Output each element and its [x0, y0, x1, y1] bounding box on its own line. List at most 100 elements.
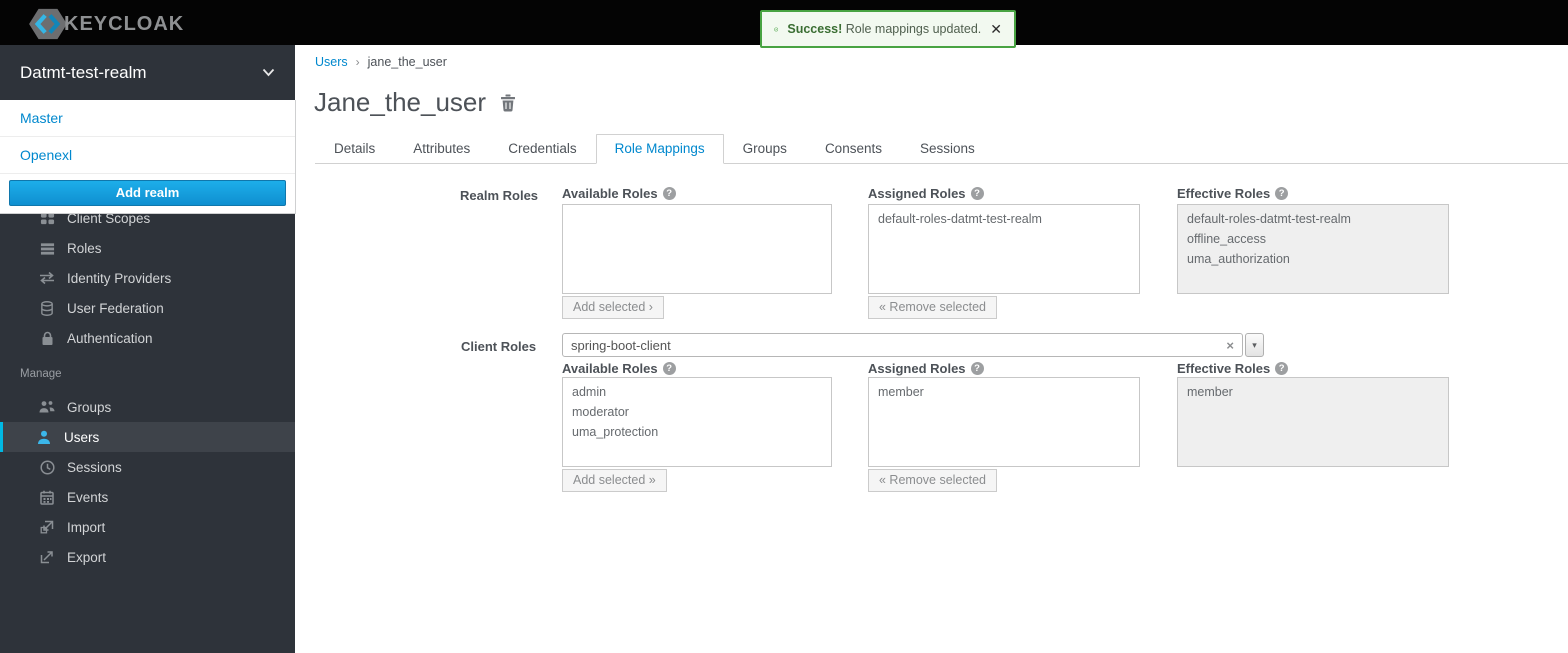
tab-attributes[interactable]: Attributes: [394, 134, 489, 164]
client-select-combobox[interactable]: spring-boot-client ×: [562, 333, 1243, 357]
keycloak-logo[interactable]: KEYCLOAK: [28, 7, 184, 41]
delete-user-button[interactable]: [500, 94, 516, 112]
add-realm-button[interactable]: Add realm: [9, 180, 286, 206]
sidebar-item-label: User Federation: [67, 301, 164, 316]
chevron-down-icon: [262, 68, 275, 77]
sidebar-item-label: Sessions: [67, 460, 122, 475]
realm-add-selected-button[interactable]: Add selected ›: [562, 296, 664, 319]
realm-available-roles-listbox[interactable]: [562, 204, 832, 294]
sidebar-item-events[interactable]: Events: [0, 482, 295, 512]
sidebar-item-groups[interactable]: Groups: [0, 392, 295, 422]
user-icon: [36, 429, 52, 445]
realm-remove-selected-button[interactable]: « Remove selected: [868, 296, 997, 319]
tab-consents[interactable]: Consents: [806, 134, 901, 164]
alert-title: Success!: [787, 22, 842, 36]
header-text: Available Roles: [562, 361, 658, 376]
client-assigned-roles-listbox[interactable]: member: [868, 377, 1140, 467]
header-text: Effective Roles: [1177, 361, 1270, 376]
lock-icon: [39, 330, 55, 346]
calendar-icon: [39, 489, 55, 505]
main-content: Users › jane_the_user Jane_the_user Deta…: [295, 45, 1568, 653]
sidebar-item-identity-providers[interactable]: Identity Providers: [0, 263, 295, 293]
help-icon: ?: [663, 362, 676, 375]
identity-providers-icon: [39, 270, 55, 286]
tab-sessions[interactable]: Sessions: [901, 134, 994, 164]
tab-bar: Details Attributes Credentials Role Mapp…: [315, 136, 1568, 164]
header-text: Effective Roles: [1177, 186, 1270, 201]
role-option: default-roles-datmt-test-realm: [1178, 209, 1448, 229]
sidebar-manage-menu: Groups Users Sessions: [0, 392, 295, 572]
sidebar-item-export[interactable]: Export: [0, 542, 295, 572]
tab-role-mappings[interactable]: Role Mappings: [596, 134, 724, 164]
groups-icon: [39, 399, 55, 415]
client-add-selected-button[interactable]: Add selected »: [562, 469, 667, 492]
role-option[interactable]: uma_protection: [563, 422, 831, 442]
clear-selection-icon[interactable]: ×: [1226, 339, 1234, 352]
sidebar-item-roles[interactable]: Roles: [0, 233, 295, 263]
sidebar-item-authentication[interactable]: Authentication: [0, 323, 295, 353]
user-federation-icon: [39, 300, 55, 316]
title-row: Jane_the_user: [314, 87, 516, 118]
realm-assigned-roles-listbox[interactable]: default-roles-datmt-test-realm: [868, 204, 1140, 294]
selected-client-value: spring-boot-client: [571, 338, 671, 353]
alert-message: Success! Role mappings updated.: [787, 22, 981, 36]
sidebar-item-label: Identity Providers: [67, 271, 171, 286]
sidebar-item-label: Groups: [67, 400, 111, 415]
alert-close-icon[interactable]: ✕: [990, 22, 1002, 36]
client-available-roles-listbox[interactable]: admin moderator uma_protection: [562, 377, 832, 467]
role-option: uma_authorization: [1178, 249, 1448, 269]
sidebar-item-import[interactable]: Import: [0, 512, 295, 542]
breadcrumb-current: jane_the_user: [368, 55, 447, 69]
breadcrumb: Users › jane_the_user: [315, 55, 447, 69]
sidebar-item-label: Authentication: [67, 331, 153, 346]
tab-details[interactable]: Details: [315, 134, 394, 164]
help-icon: ?: [1275, 362, 1288, 375]
tab-credentials[interactable]: Credentials: [489, 134, 595, 164]
role-option[interactable]: admin: [563, 382, 831, 402]
breadcrumb-separator-icon: ›: [356, 55, 360, 69]
help-icon: ?: [1275, 187, 1288, 200]
realm-roles-label: Realm Roles: [460, 188, 538, 203]
realm-selector[interactable]: Datmt-test-realm: [0, 45, 295, 100]
realm-available-roles-header: Available Roles ?: [562, 186, 676, 201]
realm-assigned-roles-header: Assigned Roles ?: [868, 186, 984, 201]
client-remove-selected-button[interactable]: « Remove selected: [868, 469, 997, 492]
header-text: Assigned Roles: [868, 361, 966, 376]
client-effective-roles-header: Effective Roles ?: [1177, 361, 1288, 376]
sidebar: Datmt-test-realm Master Openexl Add real…: [0, 45, 295, 653]
role-option: offline_access: [1178, 229, 1448, 249]
sidebar-item-sessions[interactable]: Sessions: [0, 452, 295, 482]
caret-down-icon: ▾: [1252, 340, 1257, 351]
roles-icon: [39, 240, 55, 256]
sidebar-item-user-federation[interactable]: User Federation: [0, 293, 295, 323]
page-title: Jane_the_user: [314, 87, 486, 118]
realm-effective-roles-listbox: default-roles-datmt-test-realm offline_a…: [1177, 204, 1449, 294]
sidebar-item-label: Roles: [67, 241, 102, 256]
role-option[interactable]: member: [869, 382, 1139, 402]
keycloak-hexagon-icon: [28, 7, 68, 41]
export-icon: [39, 549, 55, 565]
success-check-icon: [774, 20, 778, 39]
header-text: Assigned Roles: [868, 186, 966, 201]
breadcrumb-users-link[interactable]: Users: [315, 55, 348, 69]
sidebar-item-label: Events: [67, 490, 108, 505]
realm-option-master[interactable]: Master: [0, 100, 295, 137]
realm-option-openexl[interactable]: Openexl: [0, 137, 295, 174]
sidebar-configure-menu: Client Scopes Roles Identity Providers: [0, 203, 295, 353]
sidebar-item-label: Import: [67, 520, 105, 535]
logo-text: KEYCLOAK: [64, 13, 184, 36]
import-icon: [39, 519, 55, 535]
realm-dropdown: Master Openexl Add realm: [0, 100, 296, 214]
help-icon: ?: [971, 362, 984, 375]
sidebar-item-users[interactable]: Users: [0, 422, 295, 452]
role-option[interactable]: moderator: [563, 402, 831, 422]
manage-section-header: Manage: [20, 368, 62, 380]
sidebar-item-label: Users: [64, 430, 99, 445]
success-alert: Success! Role mappings updated. ✕: [760, 10, 1016, 48]
tab-groups[interactable]: Groups: [724, 134, 806, 164]
help-icon: ?: [971, 187, 984, 200]
add-realm-container: Add realm: [0, 174, 295, 213]
role-option: member: [1178, 382, 1448, 402]
client-select-dropdown-button[interactable]: ▾: [1245, 333, 1264, 357]
role-option[interactable]: default-roles-datmt-test-realm: [869, 209, 1139, 229]
